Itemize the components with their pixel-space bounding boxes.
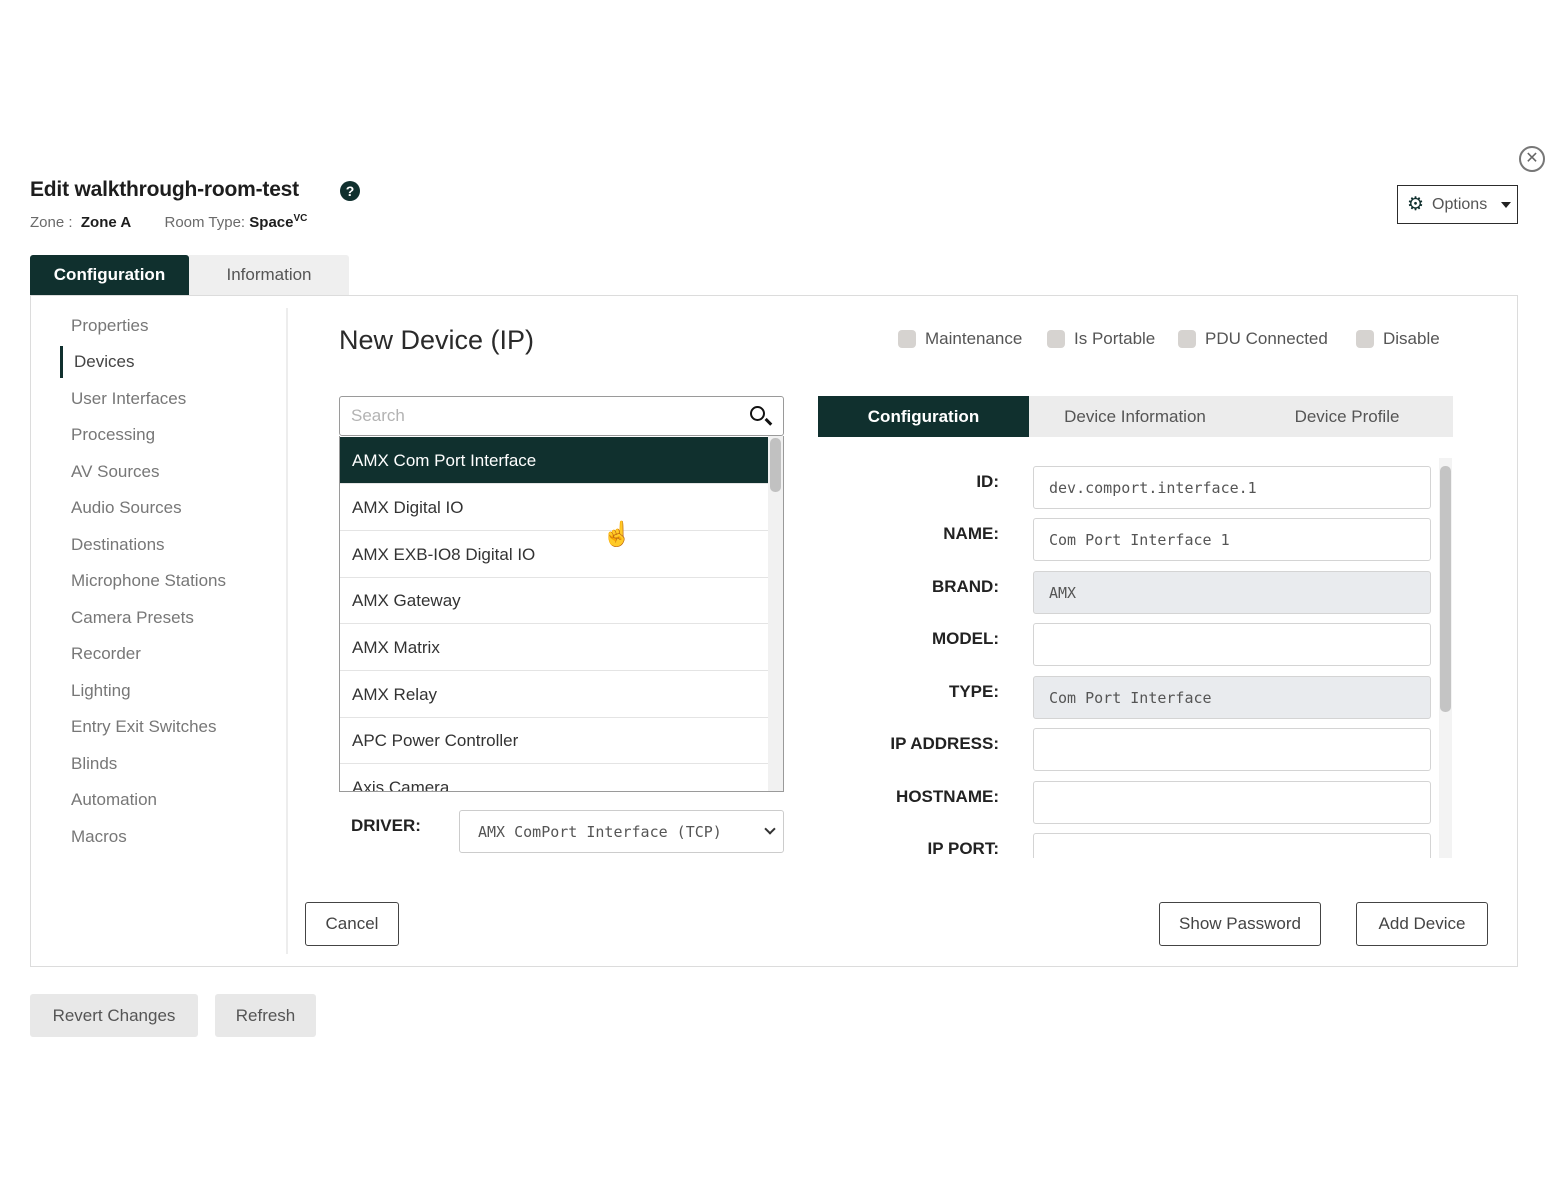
options-button[interactable]: ⚙ Options — [1397, 185, 1518, 224]
sidebar-item-microphone-stations[interactable]: Microphone Stations — [71, 571, 226, 591]
revert-changes-button[interactable]: Revert Changes — [30, 994, 198, 1037]
list-item[interactable]: AMX Gateway — [340, 577, 768, 624]
sidebar-item-properties[interactable]: Properties — [71, 316, 148, 336]
id-label: ID: — [976, 472, 999, 491]
list-scrollbar[interactable] — [768, 436, 783, 791]
help-icon[interactable]: ? — [340, 181, 360, 201]
form-scrollbar-thumb[interactable] — [1440, 466, 1451, 712]
type-label: TYPE: — [948, 682, 999, 701]
sidebar-item-destinations[interactable]: Destinations — [71, 535, 165, 555]
room-type-value: Space — [249, 214, 294, 231]
list-item[interactable]: AMX Matrix — [340, 624, 768, 671]
chevron-down-icon — [764, 823, 776, 835]
sidebar-item-macros[interactable]: Macros — [71, 827, 127, 847]
checkbox-icon — [1178, 330, 1196, 348]
pdu-connected-label: PDU Connected — [1205, 329, 1328, 348]
subtab-device-information[interactable]: Device Information — [1029, 396, 1241, 437]
room-type-label: Room Type: — [164, 214, 246, 231]
hand-cursor-icon: ☝ — [602, 521, 632, 548]
pdu-connected-checkbox[interactable]: PDU Connected — [1178, 329, 1328, 349]
sidebar-item-lighting[interactable]: Lighting — [71, 681, 131, 701]
maintenance-label: Maintenance — [925, 329, 1023, 348]
device-subtabs: Configuration Device Information Device … — [818, 396, 1453, 437]
subtab-configuration[interactable]: Configuration — [818, 396, 1029, 437]
checkbox-icon — [898, 330, 916, 348]
sidebar-item-automation[interactable]: Automation — [71, 790, 157, 810]
sidebar-item-devices[interactable]: Devices — [74, 352, 134, 372]
is-portable-label: Is Portable — [1074, 329, 1156, 348]
subtab-device-profile[interactable]: Device Profile — [1241, 396, 1453, 437]
sidebar-item-blinds[interactable]: Blinds — [71, 754, 117, 774]
sidebar-item-entry-exit-switches[interactable]: Entry Exit Switches — [71, 717, 217, 737]
driver-select[interactable]: AMX ComPort Interface (TCP) — [459, 810, 784, 853]
sidebar: Properties Devices User Interfaces Proce… — [30, 308, 288, 954]
id-field[interactable] — [1033, 466, 1431, 509]
list-item[interactable]: AMX Relay — [340, 671, 768, 718]
show-password-button[interactable]: Show Password — [1159, 902, 1321, 946]
list-item[interactable]: AMX Digital IO — [340, 484, 768, 531]
sidebar-item-user-interfaces[interactable]: User Interfaces — [71, 389, 186, 409]
is-portable-checkbox[interactable]: Is Portable — [1047, 329, 1155, 349]
device-type-list: AMX Com Port Interface AMX Digital IO AM… — [339, 436, 784, 792]
sidebar-item-camera-presets[interactable]: Camera Presets — [71, 608, 194, 628]
maintenance-checkbox[interactable]: Maintenance — [898, 329, 1022, 349]
cancel-button[interactable]: Cancel — [305, 902, 399, 946]
ip-address-field[interactable] — [1033, 728, 1431, 771]
model-label: MODEL: — [931, 629, 999, 648]
sidebar-item-av-sources[interactable]: AV Sources — [71, 462, 160, 482]
hostname-label: HOSTNAME: — [896, 787, 999, 806]
model-field[interactable] — [1033, 623, 1431, 666]
device-config-form: ID: NAME: BRAND: MODEL: TYPE: IP ADDRESS… — [818, 458, 1453, 858]
zone-label: Zone : — [30, 214, 73, 231]
brand-field[interactable] — [1033, 571, 1431, 614]
list-item[interactable]: AMX EXB-IO8 Digital IO — [340, 531, 768, 578]
driver-value: AMX ComPort Interface (TCP) — [478, 822, 722, 841]
refresh-button[interactable]: Refresh — [215, 994, 316, 1037]
type-field[interactable] — [1033, 676, 1431, 719]
checkbox-icon — [1047, 330, 1065, 348]
driver-label: DRIVER: — [351, 816, 421, 835]
list-item[interactable]: Axis Camera — [340, 764, 768, 791]
tab-configuration[interactable]: Configuration — [30, 255, 189, 295]
search-icon[interactable] — [750, 406, 765, 421]
sidebar-item-recorder[interactable]: Recorder — [71, 644, 141, 664]
options-label: Options — [1432, 195, 1488, 213]
room-type-sup: VC — [293, 213, 308, 224]
tab-information[interactable]: Information — [189, 255, 349, 295]
hostname-field[interactable] — [1033, 781, 1431, 824]
gear-icon: ⚙ — [1407, 194, 1425, 215]
list-item[interactable]: AMX Com Port Interface — [340, 437, 768, 484]
room-meta: Zone : Zone A Room Type: SpaceVC — [30, 213, 307, 231]
list-scrollbar-thumb[interactable] — [770, 438, 781, 492]
disable-checkbox[interactable]: Disable — [1356, 329, 1440, 349]
close-icon[interactable]: ✕ — [1519, 146, 1545, 172]
sidebar-item-processing[interactable]: Processing — [71, 425, 155, 445]
device-title: New Device (IP) — [339, 325, 535, 355]
ip-port-field[interactable] — [1033, 833, 1431, 858]
zone-value: Zone A — [80, 214, 132, 231]
checkbox-icon — [1356, 330, 1374, 348]
caret-down-icon — [1501, 201, 1512, 208]
ip-port-label: IP PORT: — [927, 839, 999, 858]
name-field[interactable] — [1033, 518, 1431, 561]
search-input[interactable] — [351, 405, 731, 427]
ip-address-label: IP ADDRESS: — [890, 734, 999, 753]
disable-label: Disable — [1383, 329, 1440, 348]
add-device-button[interactable]: Add Device — [1356, 902, 1488, 946]
list-item[interactable]: APC Power Controller — [340, 717, 768, 764]
sidebar-active-indicator — [60, 346, 63, 378]
sidebar-item-audio-sources[interactable]: Audio Sources — [71, 498, 182, 518]
device-search — [339, 396, 784, 436]
name-label: NAME: — [943, 524, 999, 543]
page-title: Edit walkthrough-room-test — [30, 178, 299, 201]
brand-label: BRAND: — [931, 577, 999, 596]
